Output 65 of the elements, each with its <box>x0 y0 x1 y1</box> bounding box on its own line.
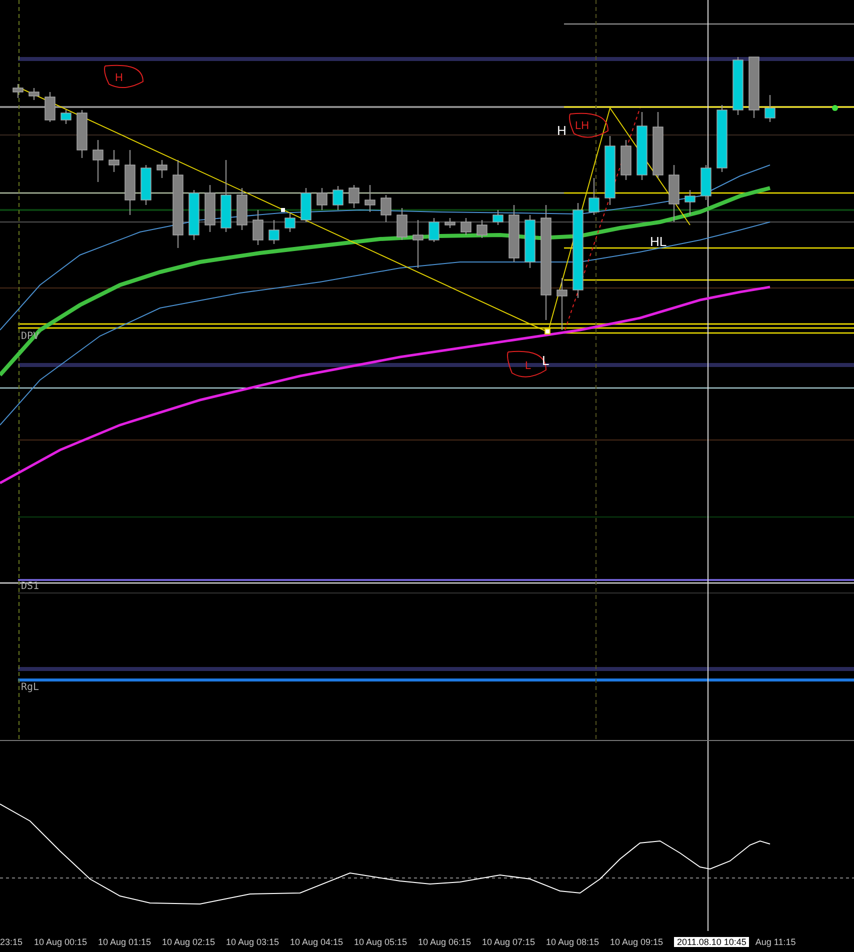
candle <box>364 184 376 212</box>
candle <box>188 190 200 240</box>
time-label: 10 Aug 06:15 <box>418 936 472 946</box>
candle <box>252 210 264 246</box>
cursor-time-label: 2011.08.10 10:45 <box>674 936 750 946</box>
handwritten-label: LH <box>575 120 590 133</box>
candle <box>236 188 248 230</box>
level-label: DS1 <box>21 581 40 592</box>
candle <box>524 214 536 268</box>
candle <box>268 220 280 244</box>
time-label: 10 Aug 08:15 <box>546 936 600 946</box>
time-label: 10 Aug 03:15 <box>226 936 280 946</box>
candle <box>156 160 168 178</box>
candle <box>140 164 152 206</box>
time-label: 10 Aug 02:15 <box>162 936 216 946</box>
candle <box>300 188 312 222</box>
candle <box>92 140 104 182</box>
level-label: RgL <box>21 682 40 693</box>
time-label: 10 Aug 01:15 <box>98 936 152 946</box>
candle <box>60 110 72 124</box>
candle <box>492 210 504 226</box>
candle <box>396 208 408 240</box>
candle <box>428 218 440 242</box>
candle <box>732 56 744 116</box>
candle <box>636 112 648 180</box>
candle <box>412 220 424 268</box>
candle <box>12 84 24 98</box>
candle <box>444 218 456 228</box>
candle <box>700 164 712 200</box>
candle <box>332 186 344 210</box>
candle <box>668 164 680 222</box>
candle <box>652 112 664 178</box>
candle <box>604 136 616 206</box>
candle <box>476 220 488 238</box>
candle <box>316 188 328 210</box>
time-label: 10 Aug 07:15 <box>482 936 536 946</box>
time-label: Aug 11:15 <box>755 936 797 946</box>
candle <box>76 110 88 158</box>
candle <box>124 150 136 216</box>
candle <box>508 204 520 262</box>
candle <box>284 212 296 232</box>
candle <box>348 184 360 208</box>
time-label: 10 Aug 00:15 <box>34 936 88 946</box>
candle <box>588 178 600 216</box>
candle <box>204 184 216 232</box>
time-label: 10 Aug 05:15 <box>354 936 408 946</box>
dot-icon <box>832 105 838 111</box>
time-label: 23:15 <box>0 936 24 946</box>
candle <box>556 278 568 330</box>
candle <box>620 140 632 180</box>
candle <box>28 88 40 100</box>
handwritten-label: H <box>115 72 123 85</box>
swing-label: HL <box>650 235 667 248</box>
handwritten-label: L <box>525 360 532 373</box>
time-label: 10 Aug 09:15 <box>610 936 664 946</box>
candle <box>108 150 120 172</box>
candle <box>380 194 392 222</box>
candle <box>716 104 728 172</box>
time-label: 10 Aug 04:15 <box>290 936 344 946</box>
square-point-icon <box>281 208 285 212</box>
candle <box>684 190 696 216</box>
swing-label: L <box>542 354 550 367</box>
candle <box>460 218 472 236</box>
swing-label: H <box>557 124 566 137</box>
candle <box>764 94 776 122</box>
